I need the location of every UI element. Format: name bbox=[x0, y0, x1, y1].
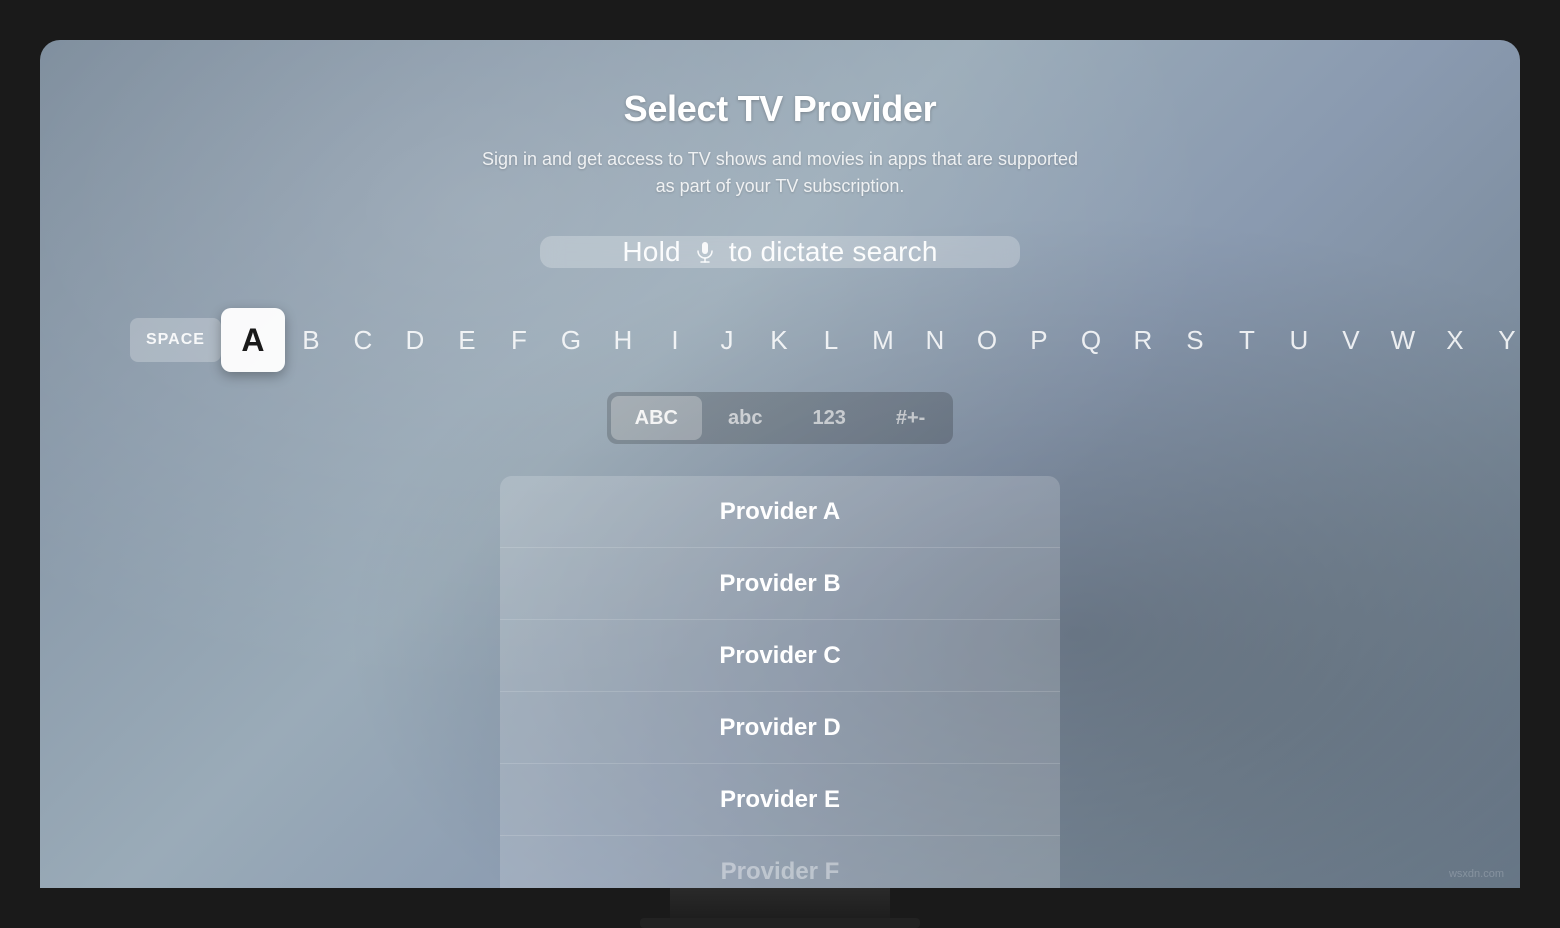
provider-item-c[interactable]: Provider C bbox=[500, 620, 1060, 692]
keyboard-row: SPACE A B C D E F G H I J K L M N O P Q … bbox=[120, 308, 1440, 372]
provider-item-a[interactable]: Provider A bbox=[500, 476, 1060, 548]
keyboard-modes: ABC abc 123 #+- bbox=[607, 392, 954, 444]
key-S[interactable]: S bbox=[1169, 314, 1221, 366]
key-I[interactable]: I bbox=[649, 314, 701, 366]
provider-item-b[interactable]: Provider B bbox=[500, 548, 1060, 620]
key-U[interactable]: U bbox=[1273, 314, 1325, 366]
key-F[interactable]: F bbox=[493, 314, 545, 366]
microphone-icon bbox=[691, 238, 719, 266]
key-N[interactable]: N bbox=[909, 314, 961, 366]
key-Y[interactable]: Y bbox=[1481, 314, 1520, 366]
tv-stand bbox=[670, 888, 890, 928]
key-O[interactable]: O bbox=[961, 314, 1013, 366]
tv-screen: Select TV Provider Sign in and get acces… bbox=[40, 40, 1520, 888]
key-D[interactable]: D bbox=[389, 314, 441, 366]
mode-abc[interactable]: abc bbox=[704, 396, 786, 440]
search-bar-suffix-text: to dictate search bbox=[729, 236, 938, 268]
key-C[interactable]: C bbox=[337, 314, 389, 366]
provider-item-f[interactable]: Provider F bbox=[500, 836, 1060, 888]
key-B[interactable]: B bbox=[285, 314, 337, 366]
mode-symbols[interactable]: #+- bbox=[872, 396, 949, 440]
key-V[interactable]: V bbox=[1325, 314, 1377, 366]
space-key[interactable]: SPACE bbox=[130, 318, 221, 362]
page-title: Select TV Provider bbox=[624, 88, 937, 130]
provider-list: Provider A Provider B Provider C Provide… bbox=[500, 476, 1060, 888]
mode-ABC[interactable]: ABC bbox=[611, 396, 702, 440]
key-K[interactable]: K bbox=[753, 314, 805, 366]
key-A[interactable]: A bbox=[221, 308, 285, 372]
page-subtitle: Sign in and get access to TV shows and m… bbox=[480, 146, 1080, 200]
key-M[interactable]: M bbox=[857, 314, 909, 366]
key-G[interactable]: G bbox=[545, 314, 597, 366]
key-R[interactable]: R bbox=[1117, 314, 1169, 366]
key-W[interactable]: W bbox=[1377, 314, 1429, 366]
search-bar-text: Hold bbox=[622, 236, 680, 268]
key-P[interactable]: P bbox=[1013, 314, 1065, 366]
provider-item-d[interactable]: Provider D bbox=[500, 692, 1060, 764]
key-X[interactable]: X bbox=[1429, 314, 1481, 366]
watermark: wsxdn.com bbox=[1449, 868, 1504, 880]
key-E[interactable]: E bbox=[441, 314, 493, 366]
key-J[interactable]: J bbox=[701, 314, 753, 366]
mode-123[interactable]: 123 bbox=[788, 396, 869, 440]
key-T[interactable]: T bbox=[1221, 314, 1273, 366]
key-L[interactable]: L bbox=[805, 314, 857, 366]
search-bar[interactable]: Hold to dictate search bbox=[540, 236, 1020, 268]
key-H[interactable]: H bbox=[597, 314, 649, 366]
key-Q[interactable]: Q bbox=[1065, 314, 1117, 366]
provider-item-e[interactable]: Provider E bbox=[500, 764, 1060, 836]
